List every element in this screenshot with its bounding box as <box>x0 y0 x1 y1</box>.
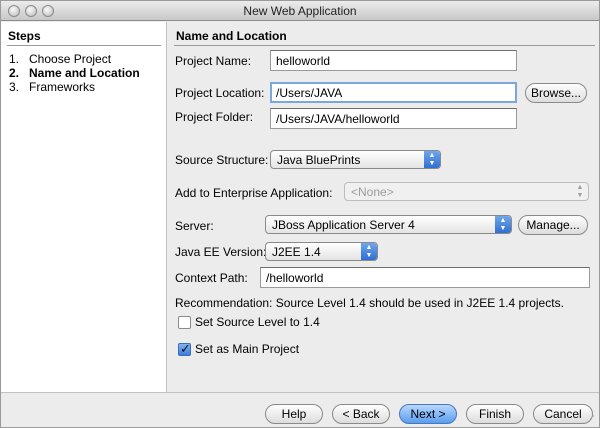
panel-heading: Name and Location <box>176 29 287 43</box>
project-name-label: Project Name: <box>175 54 252 68</box>
step-name-and-location: 2. Name and Location <box>9 66 140 80</box>
manage-servers-button[interactable]: Manage... <box>518 215 588 235</box>
recommendation-text: Recommendation: Source Level 1.4 should … <box>175 296 564 310</box>
select-arrows-icon: ▲ ▼ <box>495 216 511 233</box>
select-arrows-icon: ▲ ▼ <box>361 243 377 260</box>
java-ee-version-label: Java EE Version: <box>175 245 267 259</box>
select-arrows-icon: ▲ ▼ <box>424 151 440 168</box>
source-level-label[interactable]: Set Source Level to 1.4 <box>195 315 320 329</box>
enterprise-application-label: Add to Enterprise Application: <box>175 186 333 200</box>
java-ee-version-select[interactable]: J2EE 1.4 ▲ ▼ <box>265 242 378 261</box>
source-level-checkbox[interactable] <box>178 316 191 329</box>
resize-grip-icon[interactable]: ⋰ <box>586 414 596 424</box>
title-bar: New Web Application <box>1 1 599 21</box>
cancel-button[interactable]: Cancel <box>533 404 593 424</box>
context-path-field[interactable]: /helloworld <box>260 267 590 288</box>
project-location-label: Project Location: <box>175 86 265 100</box>
panel-divider <box>174 45 595 46</box>
project-folder-field[interactable]: /Users/JAVA/helloworld <box>270 108 517 129</box>
help-button[interactable]: Help <box>265 404 323 424</box>
steps-heading: Steps <box>8 29 41 43</box>
server-label: Server: <box>175 219 214 233</box>
project-location-field[interactable]: /Users/JAVA <box>270 82 517 103</box>
browse-button[interactable]: Browse... <box>525 83 587 103</box>
checkmark-icon: ✓ <box>180 341 191 356</box>
source-structure-label: Source Structure: <box>175 153 269 167</box>
next-button[interactable]: Next > <box>399 404 457 424</box>
select-arrows-icon: ▲ ▼ <box>576 184 584 199</box>
button-bar-divider <box>1 392 599 393</box>
window-title: New Web Application <box>243 4 357 18</box>
project-name-field[interactable]: helloworld <box>270 50 517 71</box>
finish-button[interactable]: Finish <box>466 404 524 424</box>
new-web-application-dialog: New Web Application Steps 1. Choose Proje… <box>0 0 600 428</box>
source-structure-select[interactable]: Java BluePrints ▲ ▼ <box>270 150 441 169</box>
context-path-label: Context Path: <box>175 271 248 285</box>
step-frameworks: 3. Frameworks <box>9 80 96 94</box>
name-and-location-panel: Name and Location Project Name: hellowor… <box>168 22 599 392</box>
server-select[interactable]: JBoss Application Server 4 ▲ ▼ <box>265 215 512 234</box>
main-project-checkbox[interactable]: ✓ <box>178 341 191 356</box>
steps-panel: Steps 1. Choose Project 2. Name and Locati… <box>1 22 167 392</box>
back-button[interactable]: < Back <box>332 404 390 424</box>
main-project-label[interactable]: Set as Main Project <box>195 342 299 356</box>
project-folder-label: Project Folder: <box>175 110 254 124</box>
enterprise-application-select[interactable]: <None> ▲ ▼ <box>344 182 589 201</box>
step-choose-project: 1. Choose Project <box>9 52 112 66</box>
steps-divider <box>7 45 161 46</box>
